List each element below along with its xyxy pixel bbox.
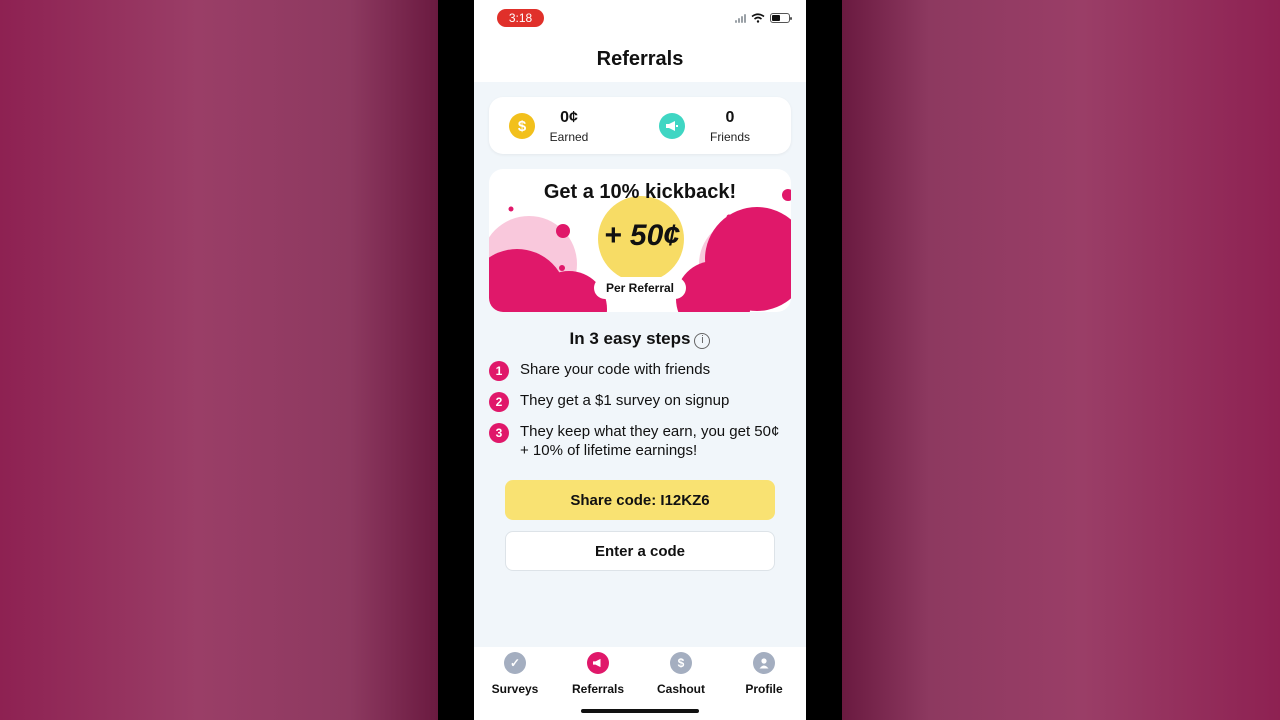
earned-stat: $ 0¢ Earned: [509, 97, 619, 154]
person-icon: [753, 652, 775, 674]
stats-card: $ 0¢ Earned 0 Friends: [489, 97, 791, 154]
step-number: 3: [489, 423, 509, 443]
tab-label: Surveys: [491, 682, 539, 696]
tab-surveys[interactable]: ✓ Surveys: [475, 652, 555, 696]
friends-value: 0: [725, 109, 735, 126]
phone-bezel-right: [806, 0, 842, 720]
steps-title-text: In 3 easy steps: [569, 329, 691, 348]
info-icon[interactable]: i: [694, 333, 711, 349]
dollar-icon: $: [670, 652, 692, 674]
phone-screen: 3:18 Referrals $ 0¢ Earned 0 Friends Get…: [474, 0, 806, 720]
tab-label: Referrals: [571, 682, 625, 696]
step-text: They get a $1 survey on signup: [520, 392, 730, 409]
megaphone-icon: [587, 652, 609, 674]
wifi-icon: [751, 13, 765, 23]
tab-label: Profile: [745, 682, 783, 696]
tab-cashout[interactable]: $ Cashout: [641, 652, 721, 696]
step-number: 2: [489, 392, 509, 412]
status-time: 3:18: [497, 9, 544, 27]
battery-icon: [770, 13, 792, 23]
background-left: [0, 0, 438, 720]
coin-icon: $: [509, 113, 535, 139]
step-number: 1: [489, 361, 509, 381]
promo-title: Get a 10% kickback!: [543, 181, 737, 203]
earned-value: 0¢: [560, 109, 578, 126]
check-icon: ✓: [504, 652, 526, 674]
steps-title: In 3 easy steps i: [474, 329, 806, 349]
friends-label: Friends: [709, 130, 750, 144]
phone-bezel-left: [438, 0, 474, 720]
status-bar: 3:18: [474, 0, 806, 40]
earned-label: Earned: [549, 130, 589, 144]
promo-banner: Get a 10% kickback! + 50¢ Per Referral: [489, 169, 791, 312]
megaphone-icon: [659, 113, 685, 139]
status-icons: [735, 13, 792, 23]
step-text: They keep what they earn, you get 50¢ + …: [520, 423, 780, 459]
background-right: [842, 0, 1280, 720]
share-code-button[interactable]: Share code: I12KZ6: [505, 480, 775, 520]
tab-profile[interactable]: Profile: [724, 652, 804, 696]
page-title: Referrals: [474, 40, 806, 82]
friends-stat: 0 Friends: [659, 97, 769, 154]
signal-icon: [735, 13, 746, 23]
tab-referrals[interactable]: Referrals: [558, 652, 638, 696]
tab-label: Cashout: [657, 682, 705, 696]
step-text: Share your code with friends: [520, 361, 711, 378]
home-indicator: [581, 709, 699, 713]
enter-code-button[interactable]: Enter a code: [505, 531, 775, 571]
per-referral-badge: Per Referral: [594, 277, 686, 299]
promo-amount: + 50¢: [604, 219, 680, 252]
